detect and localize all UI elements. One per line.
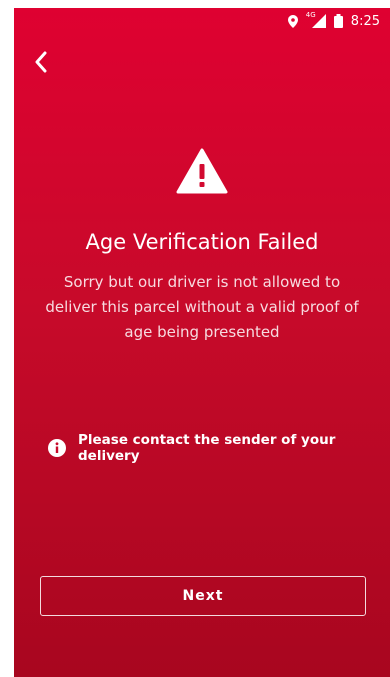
location-icon: [287, 14, 298, 28]
battery-icon: [333, 14, 343, 28]
failure-message: Sorry but our driver is not allowed to d…: [45, 273, 359, 341]
age-verification-failed-screen: 4G 8:25 Age Verification Failed Sorry bu…: [14, 8, 390, 677]
next-button[interactable]: Next: [40, 576, 366, 616]
info-icon: [48, 439, 66, 457]
network-type-label: 4G: [305, 11, 316, 19]
contact-notice: Please contact the sender of your delive…: [48, 432, 370, 464]
page-title: Age Verification Failed: [85, 230, 319, 254]
status-time: 8:25: [350, 13, 380, 29]
chevron-left-icon: [34, 51, 48, 77]
signal-icon: 4G: [305, 11, 326, 28]
warning-triangle-icon: [176, 148, 228, 194]
notice-text: Please contact the sender of your delive…: [78, 432, 336, 464]
back-button[interactable]: [34, 48, 66, 80]
status-bar: 4G 8:25: [14, 8, 390, 34]
